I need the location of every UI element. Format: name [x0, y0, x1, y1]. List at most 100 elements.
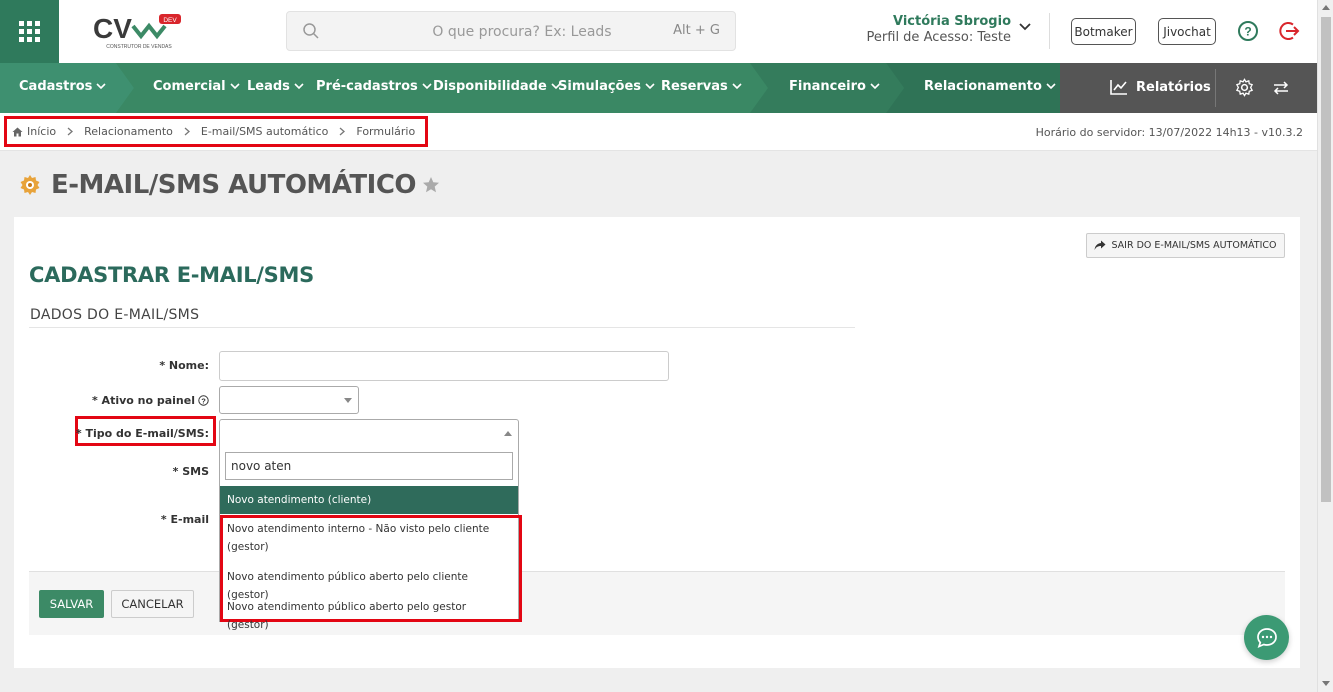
email-label: * E-mail	[160, 513, 209, 526]
brand-logo[interactable]: CV DEV CONSTRUTOR DE VENDAS	[93, 12, 185, 52]
nav-label: Reservas	[661, 79, 728, 94]
tipo-select[interactable]	[219, 419, 519, 447]
nome-input[interactable]	[219, 351, 669, 381]
nav-label: Pré-cadastros	[316, 79, 418, 94]
search-shortcut-hint: Alt + G	[673, 23, 720, 38]
breadcrumb-inicio[interactable]: Início	[27, 125, 56, 138]
section-divider	[29, 327, 855, 328]
svg-text:?: ?	[201, 396, 206, 405]
breadcrumb-relacionamento[interactable]: Relacionamento	[84, 125, 173, 138]
nav-item-cadastros[interactable]: Cadastros	[19, 79, 107, 94]
search-icon	[303, 23, 319, 39]
automation-gear-icon	[20, 175, 40, 195]
svg-text:?: ?	[1244, 25, 1251, 39]
user-name: Victória Sbrogio	[892, 14, 1011, 29]
cancel-button[interactable]: CANCELAR	[111, 590, 194, 618]
help-circle-icon[interactable]: ?	[198, 395, 209, 406]
nav-label: Cadastros	[19, 79, 93, 94]
user-profile: Perfil de Acesso: Teste	[866, 30, 1011, 45]
tipo-dropdown-panel: Novo atendimento (cliente) Novo atendime…	[219, 446, 522, 631]
chevron-down-icon	[96, 83, 107, 90]
page-scrollbar[interactable]	[1317, 0, 1333, 692]
chevron-right-icon	[184, 127, 190, 136]
exit-email-sms-button[interactable]: SAIR DO E-MAIL/SMS AUTOMÁTICO	[1086, 233, 1285, 258]
nome-label: * Nome:	[159, 359, 209, 372]
chevron-down-icon	[1019, 23, 1031, 31]
scroll-down-icon[interactable]	[1322, 681, 1330, 686]
favorite-star-icon[interactable]	[422, 176, 440, 194]
server-time: Horário do servidor: 13/07/2022 14h13 - …	[1035, 126, 1303, 139]
ativo-label-group: * Ativo no painel ?	[92, 394, 209, 407]
nav-divider	[1215, 69, 1216, 107]
nav-item-relatorios[interactable]: Relatórios	[1110, 79, 1211, 95]
nav-item-leads[interactable]: Leads	[247, 79, 304, 94]
nav-label: Comercial	[153, 79, 226, 94]
dropdown-option[interactable]: Novo atendimento interno - Não visto pel…	[220, 520, 518, 556]
apps-menu-button[interactable]	[0, 0, 59, 63]
breadcrumb: Início Relacionamento E-mail/SMS automát…	[4, 116, 429, 147]
gear-icon[interactable]	[1235, 78, 1254, 97]
help-icon[interactable]: ?	[1237, 20, 1259, 42]
jivochat-button[interactable]: Jivochat	[1158, 18, 1216, 45]
chevron-down-icon	[732, 83, 742, 90]
nav-item-reservas[interactable]: Reservas	[661, 79, 742, 94]
ativo-select[interactable]	[219, 386, 359, 414]
breadcrumb-bar: Início Relacionamento E-mail/SMS automát…	[0, 113, 1317, 151]
global-search[interactable]: Alt + G	[286, 11, 736, 51]
nav-label: Simulações	[558, 79, 642, 94]
form-actions: SALVAR CANCELAR	[29, 571, 1285, 635]
chat-icon	[1256, 627, 1277, 648]
nav-label: Relacionamento	[924, 79, 1042, 94]
form-title: CADASTRAR E-MAIL/SMS	[29, 263, 314, 287]
save-button[interactable]: SALVAR	[39, 590, 104, 618]
logo-badge: DEV	[163, 17, 177, 24]
nav-item-simulacoes[interactable]: Simulações	[558, 79, 655, 94]
dropdown-option[interactable]: Novo atendimento (cliente)	[220, 486, 518, 514]
caret-up-icon	[504, 431, 512, 436]
nav-item-disponibilidade[interactable]: Disponibilidade	[433, 79, 561, 94]
chevron-down-icon	[870, 83, 880, 90]
page-title: E-MAIL/SMS AUTOMÁTICO	[51, 170, 417, 200]
nav-item-pre-cadastros[interactable]: Pré-cadastros	[316, 79, 432, 94]
dropdown-search-input[interactable]	[225, 452, 513, 480]
chevron-down-icon	[230, 83, 240, 90]
search-input[interactable]	[397, 21, 647, 43]
botmaker-button[interactable]: Botmaker	[1071, 18, 1136, 45]
apps-grid-icon	[19, 21, 40, 42]
logo-tagline: CONSTRUTOR DE VENDAS	[106, 44, 172, 50]
caret-down-icon	[344, 398, 352, 403]
logo-text: CV	[93, 13, 132, 44]
header-divider	[1049, 13, 1050, 49]
dropdown-option[interactable]: Novo atendimento público aberto pelo ges…	[220, 598, 518, 634]
exit-button-label: SAIR DO E-MAIL/SMS AUTOMÁTICO	[1111, 240, 1277, 251]
chart-line-icon	[1110, 80, 1127, 95]
tipo-label: * Tipo do E-mail/SMS:	[75, 427, 209, 440]
chevron-down-icon	[645, 83, 655, 90]
scroll-thumb[interactable]	[1321, 17, 1331, 502]
logout-icon[interactable]	[1279, 20, 1301, 42]
swap-arrows-icon[interactable]	[1272, 79, 1290, 97]
nav-item-comercial[interactable]: Comercial	[153, 79, 240, 94]
chevron-right-icon	[339, 127, 346, 136]
scroll-up-icon[interactable]	[1322, 5, 1330, 10]
nav-item-relacionamento[interactable]: Relacionamento	[924, 79, 1056, 94]
form-card: SAIR DO E-MAIL/SMS AUTOMÁTICO CADASTRAR …	[14, 217, 1300, 668]
top-header: CV DEV CONSTRUTOR DE VENDAS Alt + G Vict…	[0, 0, 1317, 63]
nav-label: Financeiro	[789, 79, 866, 94]
main-nav: Cadastros Comercial Leads Pré-cadastros …	[0, 63, 1317, 113]
breadcrumb-formulario: Formulário	[356, 125, 416, 138]
chevron-down-icon	[294, 83, 304, 90]
chat-widget-button[interactable]	[1244, 615, 1289, 660]
page-header: E-MAIL/SMS AUTOMÁTICO	[18, 168, 440, 202]
home-icon	[12, 127, 23, 136]
chevron-down-icon	[1046, 83, 1056, 90]
ativo-label: * Ativo no painel	[91, 394, 195, 407]
sms-label: * SMS	[172, 465, 209, 478]
nav-item-financeiro[interactable]: Financeiro	[789, 79, 880, 94]
share-arrow-icon	[1094, 240, 1106, 250]
nav-label: Leads	[247, 79, 290, 94]
breadcrumb-email-sms[interactable]: E-mail/SMS automático	[201, 125, 329, 138]
user-menu[interactable]: Victória Sbrogio Perfil de Acesso: Teste	[860, 14, 1035, 46]
section-title: DADOS DO E-MAIL/SMS	[30, 307, 200, 323]
nav-label: Disponibilidade	[433, 79, 547, 94]
